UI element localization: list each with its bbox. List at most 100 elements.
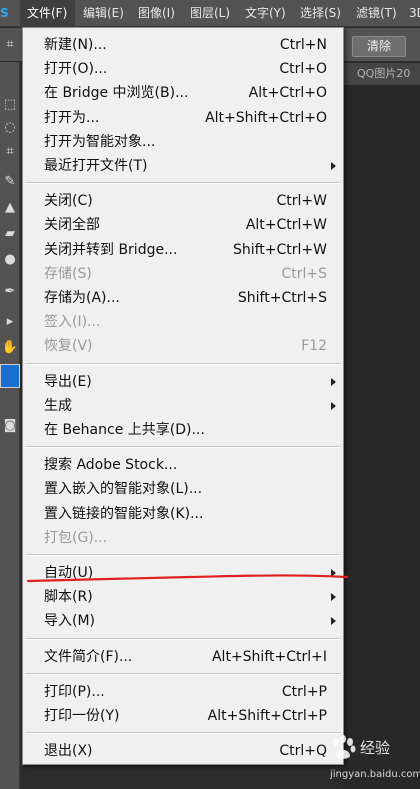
menu-item-label: 导出(E) (44, 373, 92, 390)
eraser-icon[interactable]: ▰ (0, 224, 20, 244)
menu-item-label: 脚本(R) (44, 589, 93, 606)
menu-item-label: 退出(X) (44, 743, 93, 760)
menu-item-shortcut: Alt+Ctrl+W (245, 217, 327, 234)
menu-item[interactable]: 在 Behance 上共享(D)... (23, 418, 343, 442)
menu-separator (25, 182, 341, 185)
watermark-text: 经验 (360, 739, 391, 757)
menu-item-shortcut: Alt+Shift+Ctrl+I (211, 648, 327, 665)
baidu-jingyan-watermark: 经验 jingyan.baidu.com (322, 733, 420, 789)
menu-item[interactable]: 关闭全部 Alt+Ctrl+W (23, 213, 343, 237)
canvas-area[interactable] (343, 85, 420, 789)
menu-item[interactable]: 打印(P)... Ctrl+P (23, 680, 343, 704)
menu-item-label: 在 Behance 上共享(D)... (44, 422, 205, 438)
brush-icon[interactable]: ✎ (0, 172, 20, 192)
menu-separator (25, 732, 341, 735)
menu-item[interactable]: 置入链接的智能对象(K)... (23, 502, 343, 526)
menu-item-label: 存储(S) (44, 265, 92, 282)
menu-item[interactable]: 自动(U) (23, 561, 343, 585)
submenu-arrow-icon (331, 617, 336, 626)
menu-item-label: 生成 (44, 397, 72, 414)
menu-item: 存储(S) Ctrl+S (23, 262, 343, 286)
menu-filter[interactable]: 滤镜(T) (356, 0, 397, 27)
menu-item-label: 在 Bridge 中浏览(B)... (44, 85, 189, 102)
submenu-arrow-icon (331, 401, 336, 410)
menu-item[interactable]: 关闭(C) Ctrl+W (23, 189, 343, 213)
menu-item-label: 关闭并转到 Bridge... (44, 241, 178, 258)
menu-item-shortcut: Alt+Ctrl+O (248, 85, 327, 102)
rect-marquee-icon[interactable]: ⬚ (0, 95, 20, 115)
menu-item-label: 文件简介(F)... (44, 648, 133, 665)
menu-item[interactable]: 搜索 Adobe Stock... (23, 453, 343, 477)
menu-item-label: 打印一份(Y) (44, 708, 120, 724)
menu-item-label: 打开为智能对象... (44, 133, 156, 150)
menu-separator (25, 446, 341, 449)
menu-file[interactable]: 文件(F) (20, 0, 75, 27)
menu-item[interactable]: 脚本(R) (23, 585, 343, 609)
menu-separator (25, 554, 341, 556)
document-tab[interactable]: QQ图片20 (343, 63, 420, 85)
menu-item-shortcut: Ctrl+Q (279, 743, 327, 760)
menu-item[interactable]: 置入嵌入的智能对象(L)... (23, 477, 343, 501)
menu-item[interactable]: 生成 (23, 394, 343, 418)
menu-item[interactable]: 打开为... Alt+Shift+Ctrl+O (23, 106, 343, 130)
menu-item-label: 自动(U) (44, 565, 94, 581)
menu-item-label: 签入(I)... (44, 314, 101, 331)
clear-button[interactable]: 清除 (352, 36, 406, 57)
foreground-color-swatch[interactable] (0, 364, 20, 388)
path-select-icon[interactable]: ▸ (0, 312, 20, 332)
menu-item-label: 关闭全部 (44, 217, 100, 234)
menu-item-shortcut: Ctrl+P (281, 683, 327, 700)
menu-item-label: 恢复(V) (44, 338, 93, 355)
menu-item[interactable]: 文件简介(F)... Alt+Shift+Ctrl+I (23, 645, 343, 669)
menu-layer[interactable]: 图层(L) (190, 0, 230, 27)
menu-item: 签入(I)... (23, 310, 343, 334)
submenu-arrow-icon (331, 162, 336, 170)
menu-item-label: 关闭(C) (44, 193, 93, 210)
menu-item-label: 打印(P)... (44, 683, 105, 700)
menu-select[interactable]: 选择(S) (300, 0, 341, 27)
crop-icon[interactable]: ⌗ (0, 142, 20, 162)
submenu-arrow-icon (331, 377, 336, 386)
stamp-icon[interactable]: ▲ (0, 198, 20, 218)
lasso-icon[interactable]: ◌ (0, 118, 20, 138)
menu-item-shortcut: Alt+Shift+Ctrl+P (207, 708, 327, 724)
watermark-url: jingyan.baidu.com (330, 769, 420, 780)
menu-type[interactable]: 文字(Y) (245, 0, 286, 27)
menu-item[interactable]: 打印一份(Y) Alt+Shift+Ctrl+P (23, 704, 343, 728)
crop-tool-icon[interactable]: ⌗ (0, 35, 20, 55)
menu-item[interactable]: 最近打开文件(T) (23, 154, 343, 178)
dodge-icon[interactable]: ● (0, 250, 20, 270)
quick-mask-icon[interactable]: ◙ (0, 416, 20, 436)
menu-bar: S 文件(F) 编辑(E) 图像(I) 图层(L) 文字(Y) 选择(S) 滤镜… (0, 0, 420, 27)
menu-separator (25, 672, 341, 675)
menu-item[interactable]: 存储为(A)... Shift+Ctrl+S (23, 286, 343, 310)
menu-item-label: 最近打开文件(T) (44, 158, 148, 174)
submenu-arrow-icon (331, 593, 336, 602)
menu-item-shortcut: Alt+Shift+Ctrl+O (205, 109, 327, 126)
menu-item: 打包(G)... (23, 526, 343, 550)
menu-3d[interactable]: 3D (409, 0, 420, 27)
menu-item[interactable]: 打开为智能对象... (23, 130, 343, 154)
menu-item-label: 置入嵌入的智能对象(L)... (44, 481, 203, 498)
menu-edit[interactable]: 编辑(E) (83, 0, 124, 27)
menu-item-shortcut: Shift+Ctrl+W (232, 241, 327, 258)
menu-item[interactable]: 打开(O)... Ctrl+O (23, 57, 343, 81)
menu-item-label: 打包(G)... (44, 529, 108, 546)
menu-item[interactable]: 导入(M) (23, 609, 343, 633)
photoshop-logo: S (0, 6, 9, 20)
pen-icon[interactable]: ✒ (0, 282, 20, 302)
menu-image[interactable]: 图像(I) (138, 0, 175, 27)
submenu-arrow-icon (331, 569, 336, 577)
menu-item-shortcut: F12 (301, 338, 327, 355)
menu-item[interactable]: 关闭并转到 Bridge... Shift+Ctrl+W (23, 238, 343, 262)
menu-item[interactable]: 退出(X) Ctrl+Q (23, 739, 343, 763)
menu-item-label: 新建(N)... (44, 37, 107, 53)
menu-item: 恢复(V) F12 (23, 334, 343, 358)
menu-item-label: 打开为... (44, 109, 100, 126)
menu-separator (25, 637, 341, 640)
menu-item[interactable]: 导出(E) (23, 370, 343, 394)
menu-item[interactable]: 新建(N)... Ctrl+N (23, 33, 343, 57)
hand-icon[interactable]: ✋ (0, 338, 20, 358)
menu-item-label: 置入链接的智能对象(K)... (44, 505, 204, 522)
menu-item[interactable]: 在 Bridge 中浏览(B)... Alt+Ctrl+O (23, 81, 343, 105)
